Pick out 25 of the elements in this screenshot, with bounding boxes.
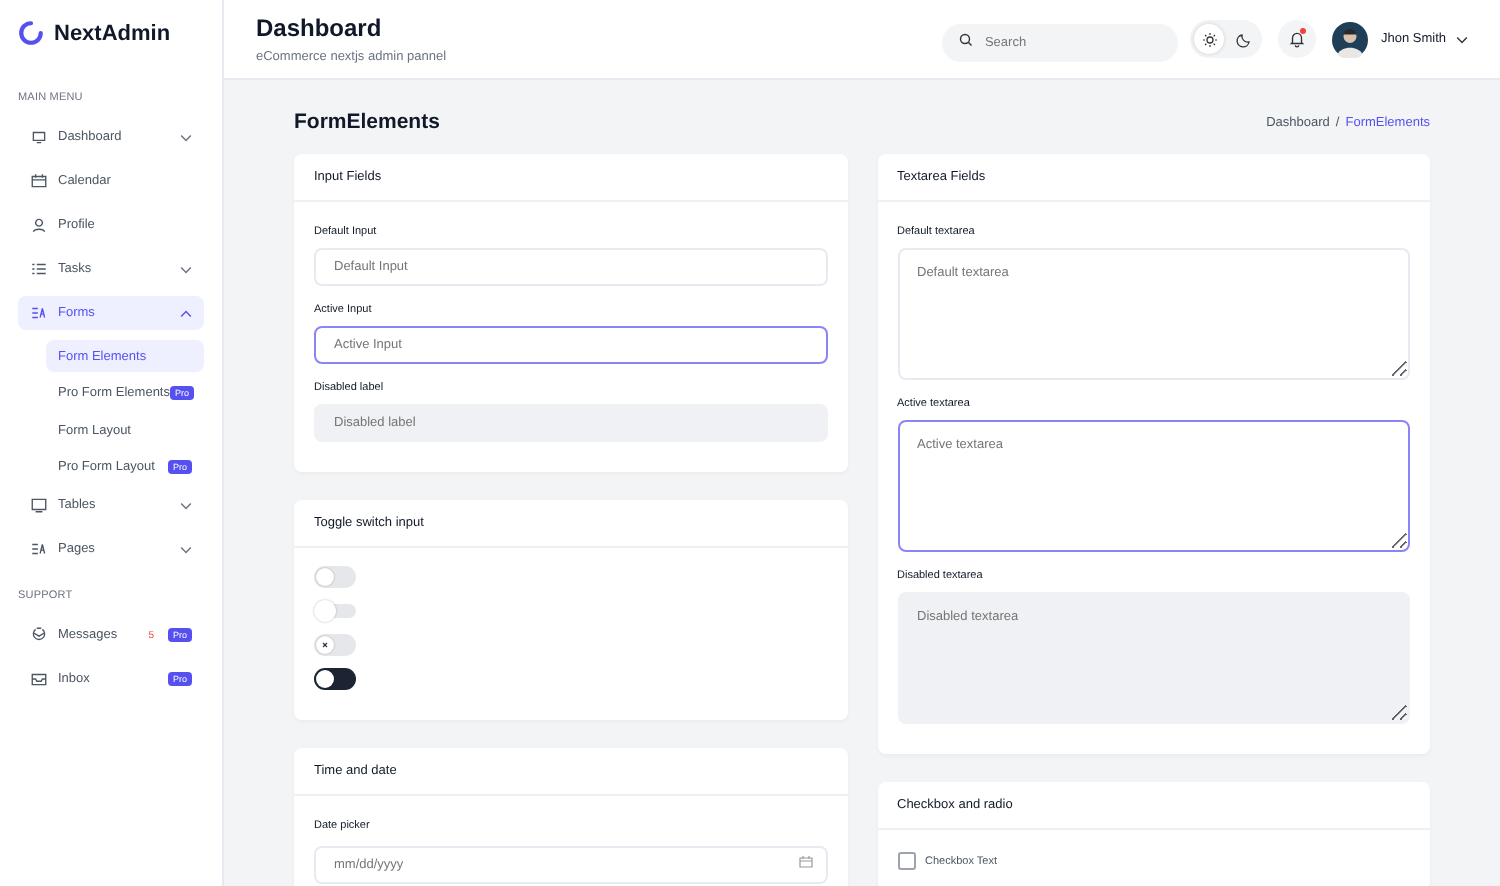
nav-icon bbox=[30, 496, 48, 514]
search-icon bbox=[958, 31, 975, 47]
nav-icon bbox=[30, 172, 48, 190]
page-heading: Dashboard bbox=[256, 14, 384, 42]
toggle-switch[interactable] bbox=[314, 566, 356, 588]
chevron-icon[interactable] bbox=[1456, 35, 1468, 43]
checkbox[interactable] bbox=[897, 852, 915, 870]
nav-icon bbox=[30, 216, 48, 234]
x-icon bbox=[320, 640, 330, 650]
toggle-switch[interactable] bbox=[314, 634, 356, 656]
page-title: FormElements bbox=[294, 110, 440, 134]
nav-icon bbox=[30, 260, 48, 278]
notification-button[interactable] bbox=[1278, 20, 1317, 58]
bell-icon bbox=[1288, 30, 1307, 48]
logo-text: NextAdmin bbox=[54, 21, 171, 45]
nav-icon bbox=[30, 670, 48, 688]
nav-icon bbox=[30, 304, 48, 322]
nav-icon bbox=[30, 128, 48, 146]
logo-icon bbox=[18, 20, 44, 46]
nav-icon bbox=[30, 626, 48, 644]
toggle-switch[interactable] bbox=[314, 604, 356, 618]
nav-icon bbox=[30, 540, 48, 558]
toggle-switch[interactable] bbox=[314, 668, 356, 690]
theme-switch[interactable] bbox=[1190, 20, 1263, 58]
sun-icon[interactable] bbox=[1194, 24, 1225, 54]
